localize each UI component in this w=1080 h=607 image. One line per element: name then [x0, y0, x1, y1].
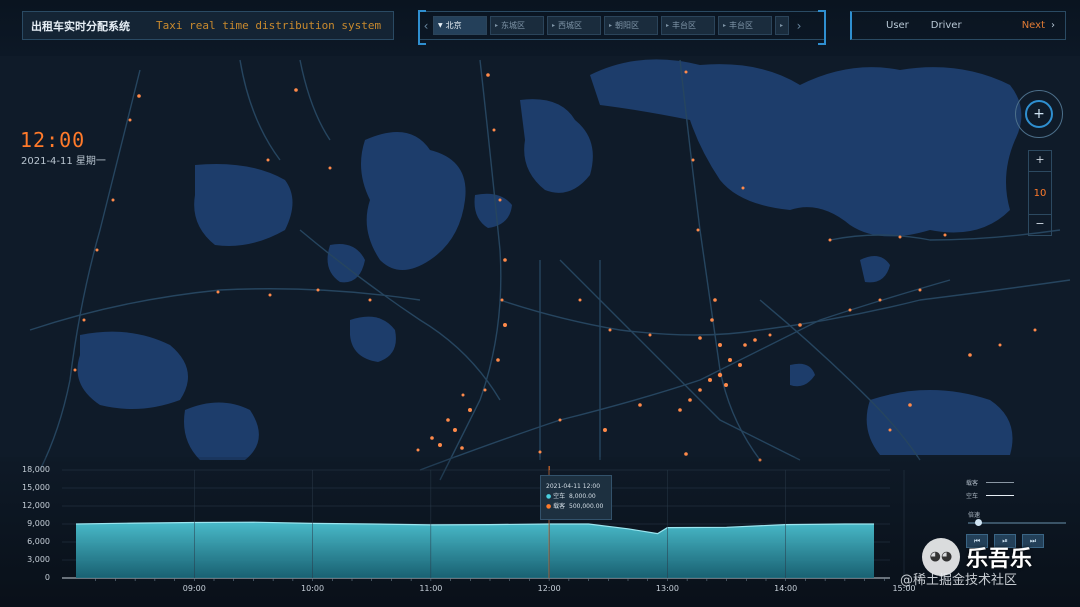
watermark-sub: @稀土掘金技术社区: [900, 573, 1018, 588]
x-tick-label: 13:00: [655, 584, 679, 593]
app-root: { "header": { "title_cn": "出租车实时分配系统", "…: [0, 0, 1080, 607]
tab-beijing[interactable]: ▼ 北京: [433, 16, 487, 35]
tooltip-label: 载客: [553, 503, 566, 510]
tooltip-label: 空车: [553, 493, 566, 500]
tab-label: 丰台区: [672, 21, 697, 30]
speed-slider-handle[interactable]: [975, 519, 982, 526]
tooltip-row-empty: ● 空车 8,000.00: [546, 492, 606, 502]
title-panel: 出租车实时分配系统 Taxi real time distribution sy…: [22, 11, 394, 40]
role-switch-panel: User Driver Next ›: [850, 11, 1066, 40]
caret-right-icon: ▸: [609, 22, 613, 29]
compass-control[interactable]: +: [1015, 90, 1063, 138]
x-tick-label: 09:00: [182, 584, 206, 593]
zoom-control: + 10 −: [1028, 150, 1052, 236]
tab-chaoyang[interactable]: ▸ 朝阳区: [604, 16, 658, 35]
y-tick-label: 6,000: [27, 537, 50, 546]
caret-right-icon: ▸: [666, 22, 670, 29]
driver-button[interactable]: Driver: [931, 20, 962, 31]
compass-icon[interactable]: +: [1025, 100, 1053, 128]
next-button[interactable]: Next: [1022, 20, 1045, 31]
tab-label: 北京: [445, 21, 462, 30]
speed-label: 倍速: [968, 512, 981, 519]
app-subtitle: Taxi real time distribution system: [156, 19, 382, 32]
legend-swatch: [986, 495, 1015, 496]
tab-label: 丰台区: [729, 21, 754, 30]
tab-fengtai[interactable]: ▸ 丰台区: [661, 16, 715, 35]
speed-slider[interactable]: [968, 522, 1066, 524]
tab-fengtai-2[interactable]: ▸ 丰台区: [718, 16, 772, 35]
x-tick-label: 12:00: [537, 584, 561, 593]
legend-swatch: [986, 482, 1015, 483]
zoom-in-button[interactable]: +: [1029, 151, 1051, 171]
tooltip-time: 2021-04-11 12:00: [546, 483, 601, 490]
y-tick-label: 9,000: [27, 519, 50, 528]
tab-dongcheng[interactable]: ▸ 东城区: [490, 16, 544, 35]
tabs-prev-icon[interactable]: ‹: [419, 19, 433, 33]
legend-item[interactable]: 空车: [966, 489, 1015, 502]
tab-label: 东城区: [501, 21, 526, 30]
clock-time: 12:00: [20, 128, 86, 152]
tab-overflow[interactable]: ▸: [775, 16, 789, 35]
caret-right-icon: ▸: [495, 22, 499, 29]
zoom-out-button[interactable]: −: [1029, 215, 1051, 235]
x-tick-label: 10:00: [301, 584, 325, 593]
tooltip-row-loaded: ● 载客 500,000.00: [546, 502, 606, 512]
legend-label: 空车: [966, 493, 979, 500]
y-tick-label: 18,000: [22, 465, 50, 474]
tab-xicheng[interactable]: ▸ 西城区: [547, 16, 601, 35]
zoom-level: 10: [1029, 171, 1051, 215]
y-tick-label: 12,000: [22, 501, 50, 510]
legend-label: 载客: [966, 480, 979, 487]
chevron-right-icon[interactable]: ›: [1051, 20, 1055, 31]
lake: [184, 402, 259, 460]
app-title: 出租车实时分配系统: [31, 19, 130, 33]
chart-legend: 载客 空车: [966, 476, 1015, 502]
tooltip-value: 500,000.00: [569, 503, 604, 510]
tab-label: 朝阳区: [615, 21, 640, 30]
tabs-next-icon[interactable]: ›: [792, 19, 806, 33]
y-tick-label: 0: [44, 573, 50, 582]
tooltip-value: 8,000.00: [569, 493, 596, 500]
caret-down-icon: ▼: [438, 22, 443, 29]
x-tick-label: 14:00: [774, 584, 798, 593]
x-tick-label: 11:00: [419, 584, 443, 593]
caret-right-icon: ▸: [723, 22, 727, 29]
chart-tooltip: 2021-04-11 12:00 ● 空车 8,000.00 ● 载客 500,…: [540, 475, 612, 520]
caret-right-icon: ▸: [552, 22, 556, 29]
y-tick-label: 3,000: [27, 555, 50, 564]
clock-date: 2021-4-11 星期一: [21, 156, 106, 167]
lake: [194, 164, 293, 246]
y-tick-label: 15,000: [22, 483, 50, 492]
legend-item[interactable]: 载客: [966, 476, 1015, 489]
district-tabs: ‹ ▼ 北京 ▸ 东城区 ▸ 西城区 ▸ 朝阳区 ▸ 丰台区 ▸ 丰台区 ▸ ›: [418, 10, 826, 45]
tab-label: 西城区: [558, 21, 583, 30]
user-button[interactable]: User: [886, 20, 909, 31]
caret-right-icon: ▸: [780, 22, 784, 29]
